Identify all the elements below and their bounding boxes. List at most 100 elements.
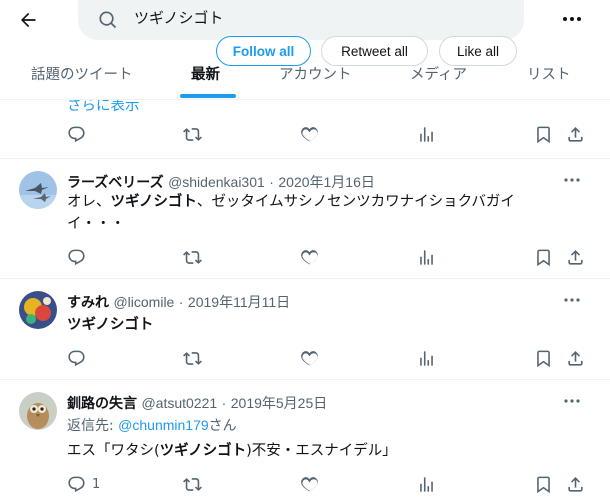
reply-handle-link[interactable]: @chunmin179 — [118, 417, 209, 433]
share-button[interactable] — [566, 472, 585, 496]
tweet[interactable]: すみれ @licomile · 2019年11月11日 ツギノシゴト — [0, 279, 610, 380]
tweet-text: ツギノシゴト — [67, 314, 547, 336]
separator-dot: · — [269, 174, 274, 190]
tab-latest[interactable]: 最新 — [191, 63, 220, 84]
share-icon — [568, 476, 583, 492]
reply-icon — [68, 249, 85, 265]
like-icon — [301, 126, 318, 141]
reply-context: 返信先: @chunmin179さん — [67, 415, 237, 435]
more-icon — [563, 17, 581, 21]
tweet-text: エス「ワタシ(ツギノシゴト)不安・エスナイデル」 — [67, 440, 547, 462]
retweet-icon — [183, 127, 202, 141]
like-all-button[interactable]: Like all — [439, 36, 517, 66]
bookmark-button[interactable] — [534, 245, 553, 269]
follow-all-button[interactable]: Follow all — [216, 36, 311, 66]
tweet-actions — [0, 346, 610, 370]
display-name[interactable]: ラーズベリーズ — [67, 175, 164, 191]
share-icon — [568, 249, 583, 265]
reply-count: 1 — [92, 476, 101, 492]
display-name[interactable]: 釧路の失言 — [67, 396, 137, 412]
display-name[interactable]: すみれ — [67, 295, 109, 311]
like-button[interactable] — [300, 122, 319, 146]
tweet[interactable]: ラーズベリーズ @shidenkai301 · 2020年1月16日 オレ、ツギ… — [0, 159, 610, 279]
tweet-header: すみれ @licomile · 2019年11月11日 — [67, 292, 290, 312]
retweet-button[interactable] — [183, 245, 202, 269]
highlighted-term: ツギノシゴト — [159, 443, 247, 459]
share-button[interactable] — [566, 245, 585, 269]
tweet-actions — [0, 245, 610, 269]
retweet-icon — [183, 250, 202, 264]
highlighted-term: ツギノシゴト — [67, 317, 154, 333]
avatar[interactable] — [19, 392, 57, 430]
like-icon — [301, 350, 318, 365]
views-icon — [420, 476, 433, 492]
more-icon — [564, 399, 580, 403]
timestamp[interactable]: 2019年11月11日 — [188, 294, 290, 310]
like-button[interactable] — [300, 472, 319, 496]
tab-people[interactable]: アカウント — [279, 63, 352, 84]
tweet-more-button[interactable] — [562, 173, 582, 187]
bookmark-button[interactable] — [534, 346, 553, 370]
tweet[interactable]: 釧路の失言 @atsut0221 · 2019年5月25日 返信先: @chun… — [0, 380, 610, 502]
separator-dot: · — [178, 294, 184, 310]
highlighted-term: ツギノシゴト — [110, 194, 197, 210]
back-arrow-icon — [21, 12, 36, 28]
reply-icon — [68, 350, 85, 366]
views-icon — [420, 350, 433, 366]
retweet-button[interactable] — [183, 346, 202, 370]
retweet-button[interactable] — [183, 122, 202, 146]
bookmark-icon — [537, 476, 550, 493]
share-icon — [568, 350, 583, 366]
jet-avatar-image — [19, 171, 57, 209]
tab-media[interactable]: メディア — [410, 63, 467, 84]
retweet-button[interactable] — [183, 472, 202, 496]
search-input[interactable] — [134, 8, 504, 26]
more-icon — [564, 298, 580, 302]
like-button[interactable] — [300, 245, 319, 269]
tweet[interactable]: さらに表示 — [0, 98, 610, 159]
username[interactable]: @licomile — [113, 294, 174, 310]
views-button[interactable] — [417, 472, 436, 496]
share-button[interactable] — [566, 346, 585, 370]
like-button[interactable] — [300, 346, 319, 370]
reply-suffix: さん — [208, 418, 237, 434]
bookmark-button[interactable] — [534, 122, 553, 146]
views-button[interactable] — [417, 346, 436, 370]
reply-icon — [68, 476, 85, 492]
like-icon — [301, 249, 318, 264]
timestamp[interactable]: 2020年1月16日 — [278, 174, 375, 190]
reply-button[interactable] — [67, 245, 86, 269]
tweet-more-button[interactable] — [562, 293, 582, 307]
tweet-more-button[interactable] — [562, 394, 582, 408]
reply-button[interactable] — [67, 346, 86, 370]
retweet-all-button[interactable]: Retweet all — [321, 36, 428, 66]
avatar[interactable] — [19, 171, 57, 209]
share-icon — [568, 126, 583, 142]
reply-button[interactable]: 1 — [67, 472, 100, 496]
avatar[interactable] — [19, 291, 57, 329]
views-icon — [420, 126, 433, 142]
reply-button[interactable] — [67, 122, 86, 146]
timestamp[interactable]: 2019年5月25日 — [231, 395, 328, 411]
reply-icon — [68, 126, 85, 142]
text-segment: オレ、 — [67, 194, 111, 210]
retweet-icon — [183, 351, 202, 365]
views-button[interactable] — [417, 122, 436, 146]
tweet-actions — [0, 122, 610, 146]
username[interactable]: @atsut0221 — [141, 395, 217, 411]
tweet-header: 釧路の失言 @atsut0221 · 2019年5月25日 — [67, 393, 327, 413]
views-icon — [420, 249, 433, 265]
bookmark-button[interactable] — [534, 472, 553, 496]
like-icon — [301, 476, 318, 491]
tweet-actions: 1 — [0, 472, 610, 496]
username[interactable]: @shidenkai301 — [168, 174, 265, 190]
back-button[interactable] — [14, 6, 42, 34]
more-options-button[interactable] — [560, 9, 584, 29]
search-bar[interactable] — [78, 0, 524, 40]
reply-label: 返信先: — [67, 418, 119, 434]
retweet-icon — [183, 477, 202, 491]
tab-top[interactable]: 話題のツイート — [31, 63, 133, 84]
share-button[interactable] — [566, 122, 585, 146]
views-button[interactable] — [417, 245, 436, 269]
tab-lists[interactable]: リスト — [527, 63, 571, 84]
